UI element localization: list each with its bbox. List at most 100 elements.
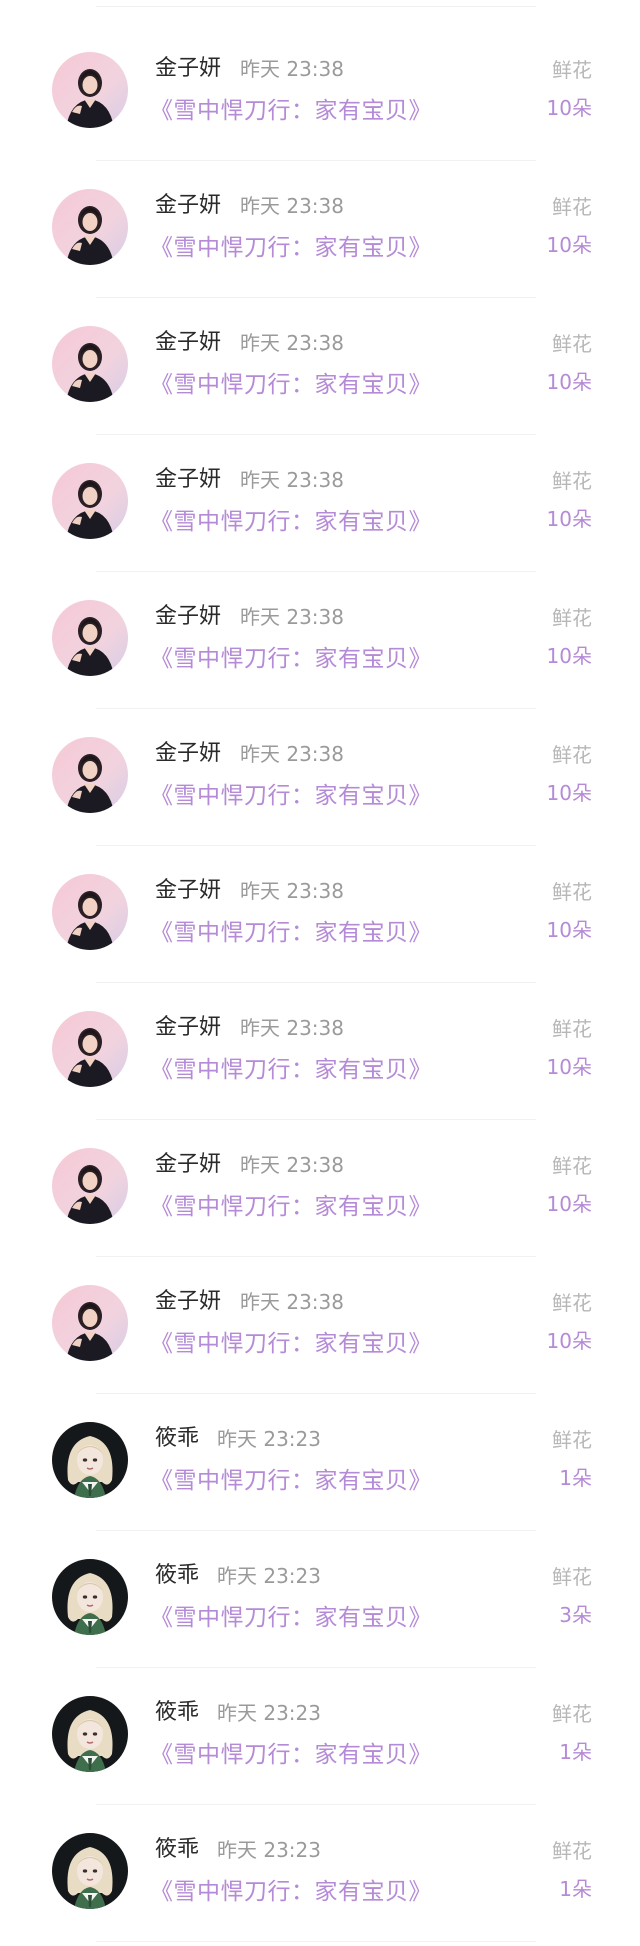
user-name[interactable]: 金子妍 [155, 328, 221, 358]
work-title[interactable]: 《雪中悍刀行：家有宝贝》 [150, 918, 432, 948]
list-item[interactable]: 金子妍 昨天 23:38 《雪中悍刀行：家有宝贝》 鲜花 10朵 [0, 1257, 640, 1394]
user-name[interactable]: 金子妍 [155, 739, 221, 769]
gift-type: 鲜花 [552, 1154, 592, 1178]
list-top-divider [96, 6, 536, 7]
timestamp: 昨天 23:38 [240, 1016, 344, 1040]
gift-amount: 1朵 [559, 1466, 592, 1490]
work-title[interactable]: 《雪中悍刀行：家有宝贝》 [150, 644, 432, 674]
gift-amount: 10朵 [546, 781, 592, 805]
timestamp: 昨天 23:38 [240, 742, 344, 766]
avatar[interactable] [52, 600, 128, 676]
avatar[interactable] [52, 326, 128, 402]
timestamp: 昨天 23:38 [240, 605, 344, 629]
gift-type: 鲜花 [552, 1017, 592, 1041]
work-title[interactable]: 《雪中悍刀行：家有宝贝》 [150, 1603, 432, 1633]
user-name[interactable]: 金子妍 [155, 876, 221, 906]
avatar[interactable] [52, 1422, 128, 1498]
work-title[interactable]: 《雪中悍刀行：家有宝贝》 [150, 1329, 432, 1359]
list-item[interactable]: 金子妍 昨天 23:38 《雪中悍刀行：家有宝贝》 鲜花 10朵 [0, 161, 640, 298]
gift-amount: 10朵 [546, 1055, 592, 1079]
gift-amount: 10朵 [546, 507, 592, 531]
avatar[interactable] [52, 1285, 128, 1361]
work-title[interactable]: 《雪中悍刀行：家有宝贝》 [150, 1877, 432, 1907]
list-item[interactable]: 金子妍 昨天 23:38 《雪中悍刀行：家有宝贝》 鲜花 10朵 [0, 298, 640, 435]
work-title[interactable]: 《雪中悍刀行：家有宝贝》 [150, 1466, 432, 1496]
user-name[interactable]: 金子妍 [155, 602, 221, 632]
list-item[interactable]: 金子妍 昨天 23:38 《雪中悍刀行：家有宝贝》 鲜花 10朵 [0, 24, 640, 161]
timestamp: 昨天 23:38 [240, 1290, 344, 1314]
gift-type: 鲜花 [552, 1839, 592, 1863]
gift-amount: 10朵 [546, 1192, 592, 1216]
avatar[interactable] [52, 1833, 128, 1909]
list-item[interactable]: 筱乖 昨天 23:23 《雪中悍刀行：家有宝贝》 鲜花 1朵 [0, 1805, 640, 1942]
gift-amount: 10朵 [546, 96, 592, 120]
avatar[interactable] [52, 1559, 128, 1635]
user-name[interactable]: 金子妍 [155, 1287, 221, 1317]
gift-amount: 1朵 [559, 1877, 592, 1901]
row-divider [96, 1941, 536, 1942]
gift-type: 鲜花 [552, 58, 592, 82]
list-item[interactable]: 金子妍 昨天 23:38 《雪中悍刀行：家有宝贝》 鲜花 10朵 [0, 435, 640, 572]
avatar[interactable] [52, 52, 128, 128]
user-name[interactable]: 金子妍 [155, 465, 221, 495]
timestamp: 昨天 23:23 [217, 1564, 321, 1588]
gift-amount: 10朵 [546, 918, 592, 942]
gift-type: 鲜花 [552, 606, 592, 630]
gift-amount: 1朵 [559, 1740, 592, 1764]
list-item[interactable]: 金子妍 昨天 23:38 《雪中悍刀行：家有宝贝》 鲜花 10朵 [0, 846, 640, 983]
list-item[interactable]: 金子妍 昨天 23:38 《雪中悍刀行：家有宝贝》 鲜花 10朵 [0, 709, 640, 846]
gift-amount: 10朵 [546, 233, 592, 257]
work-title[interactable]: 《雪中悍刀行：家有宝贝》 [150, 233, 432, 263]
avatar[interactable] [52, 463, 128, 539]
timestamp: 昨天 23:38 [240, 468, 344, 492]
avatar[interactable] [52, 1148, 128, 1224]
work-title[interactable]: 《雪中悍刀行：家有宝贝》 [150, 1740, 432, 1770]
gift-record-list: 金子妍 昨天 23:38 《雪中悍刀行：家有宝贝》 鲜花 10朵 金子妍 昨天 23:38… [0, 24, 640, 1942]
gift-amount: 3朵 [559, 1603, 592, 1627]
timestamp: 昨天 23:38 [240, 194, 344, 218]
list-item[interactable]: 筱乖 昨天 23:23 《雪中悍刀行：家有宝贝》 鲜花 1朵 [0, 1668, 640, 1805]
work-title[interactable]: 《雪中悍刀行：家有宝贝》 [150, 1192, 432, 1222]
work-title[interactable]: 《雪中悍刀行：家有宝贝》 [150, 370, 432, 400]
work-title[interactable]: 《雪中悍刀行：家有宝贝》 [150, 507, 432, 537]
user-name[interactable]: 筱乖 [155, 1424, 199, 1454]
timestamp: 昨天 23:38 [240, 331, 344, 355]
list-item[interactable]: 金子妍 昨天 23:38 《雪中悍刀行：家有宝贝》 鲜花 10朵 [0, 572, 640, 709]
user-name[interactable]: 筱乖 [155, 1561, 199, 1591]
list-item[interactable]: 筱乖 昨天 23:23 《雪中悍刀行：家有宝贝》 鲜花 1朵 [0, 1394, 640, 1531]
timestamp: 昨天 23:38 [240, 1153, 344, 1177]
work-title[interactable]: 《雪中悍刀行：家有宝贝》 [150, 781, 432, 811]
list-item[interactable]: 筱乖 昨天 23:23 《雪中悍刀行：家有宝贝》 鲜花 3朵 [0, 1531, 640, 1668]
gift-amount: 10朵 [546, 370, 592, 394]
user-name[interactable]: 筱乖 [155, 1698, 199, 1728]
avatar[interactable] [52, 189, 128, 265]
list-item[interactable]: 金子妍 昨天 23:38 《雪中悍刀行：家有宝贝》 鲜花 10朵 [0, 983, 640, 1120]
list-item[interactable]: 金子妍 昨天 23:38 《雪中悍刀行：家有宝贝》 鲜花 10朵 [0, 1120, 640, 1257]
gift-type: 鲜花 [552, 880, 592, 904]
gift-type: 鲜花 [552, 195, 592, 219]
timestamp: 昨天 23:23 [217, 1701, 321, 1725]
user-name[interactable]: 金子妍 [155, 191, 221, 221]
avatar[interactable] [52, 874, 128, 950]
gift-type: 鲜花 [552, 743, 592, 767]
gift-amount: 10朵 [546, 644, 592, 668]
avatar[interactable] [52, 737, 128, 813]
user-name[interactable]: 金子妍 [155, 1013, 221, 1043]
gift-type: 鲜花 [552, 469, 592, 493]
user-name[interactable]: 金子妍 [155, 1150, 221, 1180]
gift-type: 鲜花 [552, 1565, 592, 1589]
gift-type: 鲜花 [552, 1428, 592, 1452]
timestamp: 昨天 23:38 [240, 879, 344, 903]
timestamp: 昨天 23:38 [240, 57, 344, 81]
avatar[interactable] [52, 1696, 128, 1772]
timestamp: 昨天 23:23 [217, 1838, 321, 1862]
user-name[interactable]: 金子妍 [155, 54, 221, 84]
gift-type: 鲜花 [552, 1291, 592, 1315]
work-title[interactable]: 《雪中悍刀行：家有宝贝》 [150, 96, 432, 126]
user-name[interactable]: 筱乖 [155, 1835, 199, 1865]
work-title[interactable]: 《雪中悍刀行：家有宝贝》 [150, 1055, 432, 1085]
gift-type: 鲜花 [552, 332, 592, 356]
gift-amount: 10朵 [546, 1329, 592, 1353]
gift-type: 鲜花 [552, 1702, 592, 1726]
avatar[interactable] [52, 1011, 128, 1087]
